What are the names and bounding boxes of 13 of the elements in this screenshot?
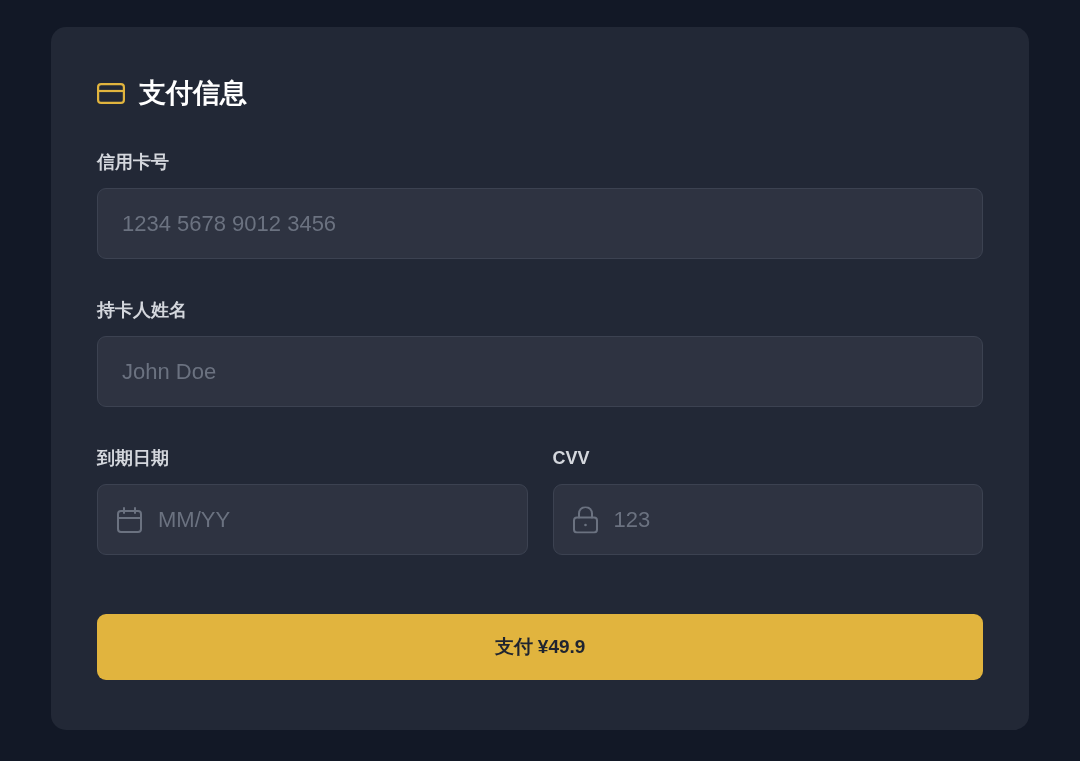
card-title: 支付信息	[139, 77, 247, 110]
field-label: 持卡人姓名	[97, 299, 187, 322]
field-label: CVV	[552, 447, 590, 470]
input-field[interactable]: 123	[552, 484, 983, 555]
credit-card-icon	[97, 82, 125, 104]
input-field[interactable]: MM/YY	[97, 484, 528, 555]
input-field[interactable]: John Doe	[97, 336, 983, 407]
pay-button[interactable]: 支付 ¥49.9	[97, 614, 983, 680]
field-label: 信用卡号	[97, 151, 169, 174]
lock-icon	[572, 506, 598, 533]
field-label: 到期日期	[97, 447, 169, 470]
input-field[interactable]: 1234 5678 9012 3456	[97, 188, 983, 259]
calendar-icon	[117, 506, 142, 533]
